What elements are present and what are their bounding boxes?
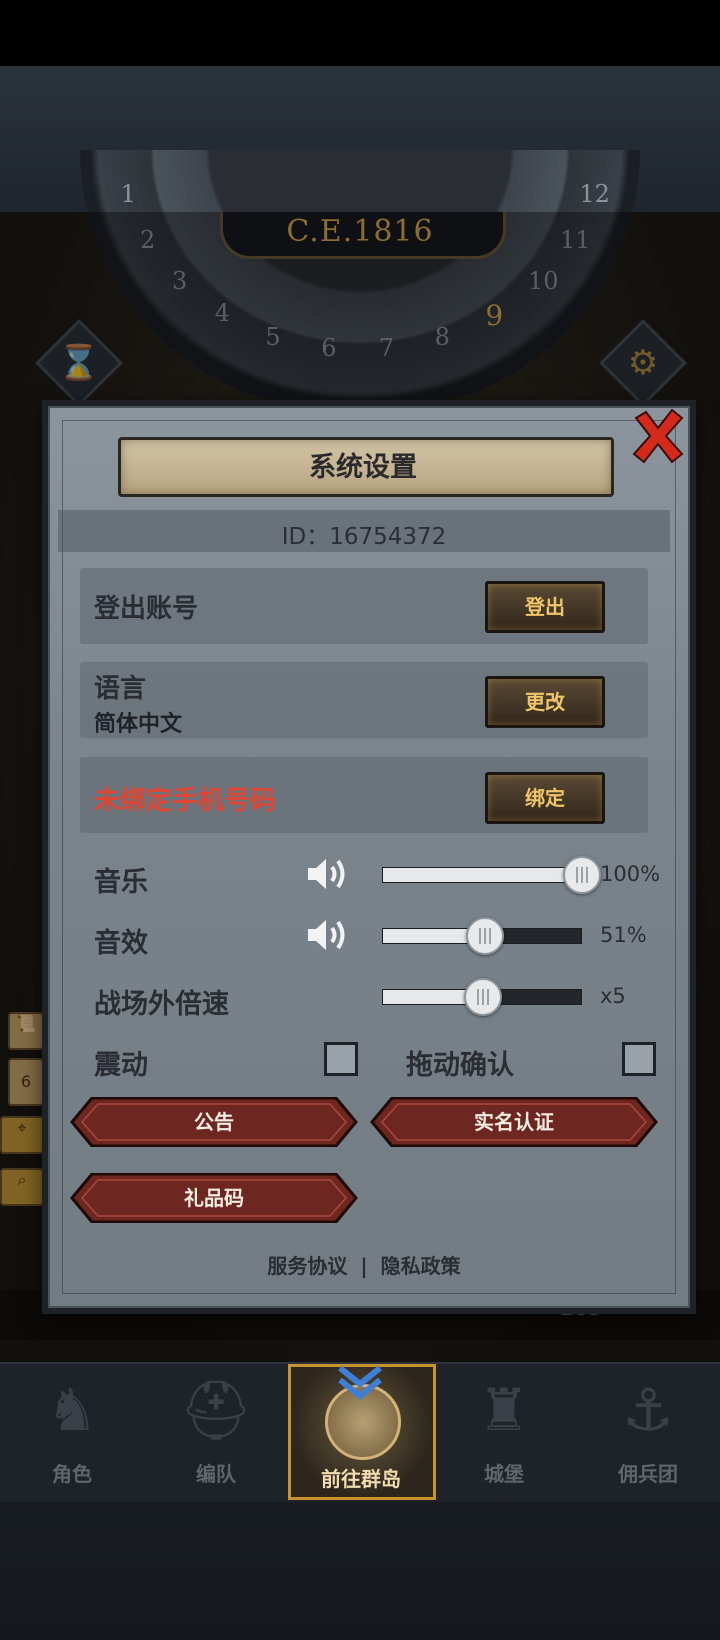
footer-links: 服务协议 | 隐私政策 [58,1250,670,1279]
footer-separator: | [360,1254,368,1278]
helmet-icon: ⛑ [179,1376,253,1444]
close-icon[interactable] [630,408,686,464]
service-agreement-link[interactable]: 服务协议 [267,1254,347,1278]
nav-item-castle[interactable]: ♜ 城堡 [434,1362,574,1492]
notice-label: 公告 [194,1110,234,1134]
notice-button[interactable]: 公告 [70,1097,358,1147]
language-label: 语言 [94,674,147,704]
drag-confirm-label: 拖动确认 [406,1050,514,1081]
realname-button[interactable]: 实名认证 [370,1097,658,1147]
nav-item-character[interactable]: ♞ 角色 [2,1362,142,1492]
nav-label: 角色 [52,1462,92,1486]
nav-item-mercenary[interactable]: ⚓ 佣兵团 [578,1362,718,1492]
sfx-slider[interactable] [382,917,582,955]
language-value: 简体中文 [94,712,183,737]
speaker-icon[interactable] [306,915,352,955]
chevron-down-icon [338,1365,382,1400]
logout-button[interactable]: 登出 [485,581,605,633]
speed-label: 战场外倍速 [94,989,229,1020]
privacy-policy-link[interactable]: 隐私政策 [381,1254,461,1278]
logout-label: 登出账号 [94,594,199,624]
music-value: 100% [600,862,661,886]
speed-value: x5 [600,984,626,1008]
sfx-value: 51% [600,923,647,947]
ship-icon: ⚓ [622,1376,674,1444]
castle-icon: ♜ [478,1376,530,1444]
drag-confirm-checkbox[interactable] [622,1042,656,1076]
nav-item-team[interactable]: ⛑ 编队 [146,1362,286,1492]
nav-label: 城堡 [484,1462,524,1486]
sfx-slider-knob[interactable] [465,917,504,955]
phone-unbound-label: 未绑定手机号码 [94,786,277,816]
change-language-button[interactable]: 更改 [485,676,605,728]
music-slider-knob[interactable] [563,856,601,894]
music-slider-fill [383,868,581,882]
realname-label: 实名认证 [474,1110,554,1134]
status-bar-area [0,0,720,66]
dialog-title: 系统设置 [309,452,417,483]
gift-code-label: 礼品码 [184,1186,244,1210]
speaker-icon[interactable] [306,854,352,894]
nav-label: 佣兵团 [618,1462,678,1486]
nav-label: 前往群岛 [321,1467,401,1491]
music-slider[interactable] [382,856,601,894]
vibration-checkbox[interactable] [324,1042,358,1076]
music-label: 音乐 [94,867,148,898]
bind-phone-button[interactable]: 绑定 [485,772,605,824]
sfx-label: 音效 [94,928,148,959]
nav-label: 编队 [196,1462,236,1486]
clock-number: 1 [120,179,136,208]
knight-icon: ♞ [46,1376,98,1444]
speed-slider[interactable] [382,978,582,1016]
clock-number: 12 [579,179,610,208]
player-id: ID：16754372 [281,524,447,550]
vibration-label: 震动 [94,1050,148,1081]
gift-code-button[interactable]: 礼品码 [70,1173,358,1223]
speed-slider-knob[interactable] [464,978,502,1016]
